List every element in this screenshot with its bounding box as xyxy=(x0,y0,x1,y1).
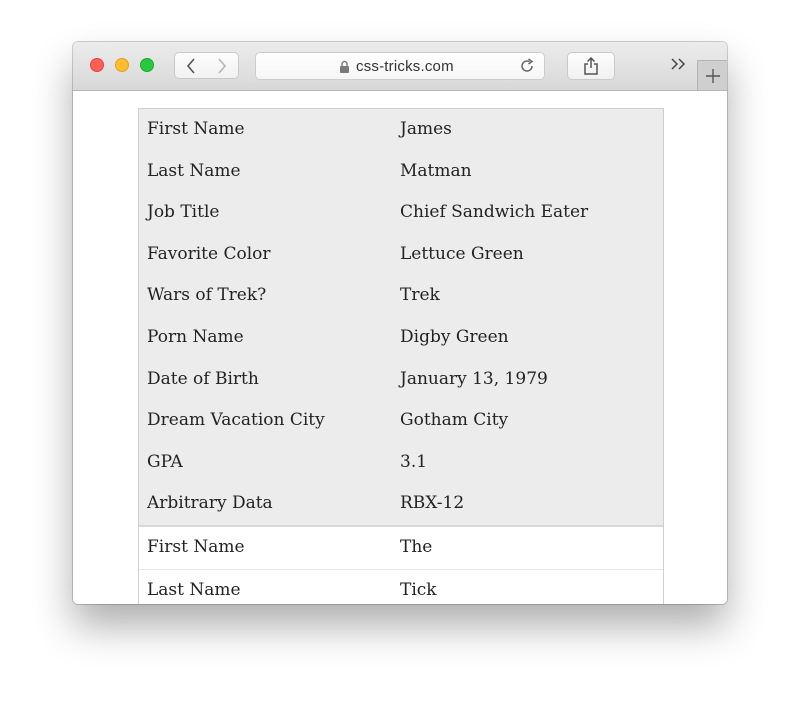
address-bar[interactable]: css-tricks.com xyxy=(255,52,545,80)
page-content: First Name James Last Name Matman Job Titl… xyxy=(73,91,727,604)
row-value: James xyxy=(400,119,452,139)
toolbar: css-tricks.com xyxy=(73,42,727,91)
reload-icon[interactable] xyxy=(518,57,536,75)
forward-button[interactable] xyxy=(206,52,239,79)
row-value: Tick xyxy=(400,579,437,600)
row-label: Favorite Color xyxy=(147,243,271,264)
table-row: First Name The xyxy=(139,527,663,569)
table-row: Job Title Chief Sandwich Eater xyxy=(139,192,663,234)
url-text: css-tricks.com xyxy=(356,58,454,75)
minimize-window-button[interactable] xyxy=(115,58,129,72)
share-icon xyxy=(584,57,598,75)
data-table: First Name James Last Name Matman Job Titl… xyxy=(138,108,664,604)
double-chevron-right-icon[interactable] xyxy=(670,58,686,70)
table-row: Favorite Color Lettuce Green xyxy=(139,234,663,276)
plus-icon xyxy=(705,68,720,83)
row-value: Gotham City xyxy=(400,410,509,431)
new-tab-button[interactable] xyxy=(697,60,727,90)
browser-window: css-tricks.com First Name James Last Nam… xyxy=(73,42,727,604)
table-row: Wars of Trek? Trek xyxy=(139,275,663,317)
row-value: Matman xyxy=(400,160,472,181)
share-button[interactable] xyxy=(567,52,615,80)
table-row: Dream Vacation City Gotham City xyxy=(139,400,663,442)
lock-icon xyxy=(340,60,349,73)
chevron-left-icon xyxy=(186,57,195,74)
close-window-button[interactable] xyxy=(90,58,104,72)
row-label: Job Title xyxy=(147,202,220,223)
row-label: Last Name xyxy=(147,160,241,181)
row-value: Chief Sandwich Eater xyxy=(400,202,589,223)
row-value: Digby Green xyxy=(400,326,509,347)
row-label: Dream Vacation City xyxy=(147,410,325,431)
table-row: Last Name Matman xyxy=(139,151,663,193)
table-group-1: First Name James Last Name Matman Job Titl… xyxy=(139,109,663,525)
row-value: Trek xyxy=(400,285,440,306)
row-value: January 13, 1979 xyxy=(400,368,548,389)
row-label: First Name xyxy=(147,536,245,557)
table-row: Date of Birth January 13, 1979 xyxy=(139,359,663,401)
row-label: Date of Birth xyxy=(147,368,259,389)
table-row: Porn Name Digby Green xyxy=(139,317,663,359)
table-group-2: First Name The Last Name Tick xyxy=(139,524,663,604)
row-value: RBX-12 xyxy=(400,493,465,514)
table-row: GPA 3.1 xyxy=(139,442,663,484)
row-label: Arbitrary Data xyxy=(147,493,273,514)
row-label: Porn Name xyxy=(147,326,244,347)
row-label: GPA xyxy=(147,451,183,472)
row-label: First Name xyxy=(147,119,245,139)
row-label: Last Name xyxy=(147,579,241,600)
row-label: Wars of Trek? xyxy=(147,285,267,306)
zoom-window-button[interactable] xyxy=(140,58,154,72)
row-value: The xyxy=(400,536,433,557)
row-value: Lettuce Green xyxy=(400,243,524,264)
table-row: Arbitrary Data RBX-12 xyxy=(139,483,663,525)
row-value: 3.1 xyxy=(400,451,428,472)
table-row: Last Name Tick xyxy=(139,568,663,604)
back-button[interactable] xyxy=(174,52,207,79)
table-row: First Name James xyxy=(139,109,663,151)
chevron-right-icon xyxy=(218,57,227,74)
